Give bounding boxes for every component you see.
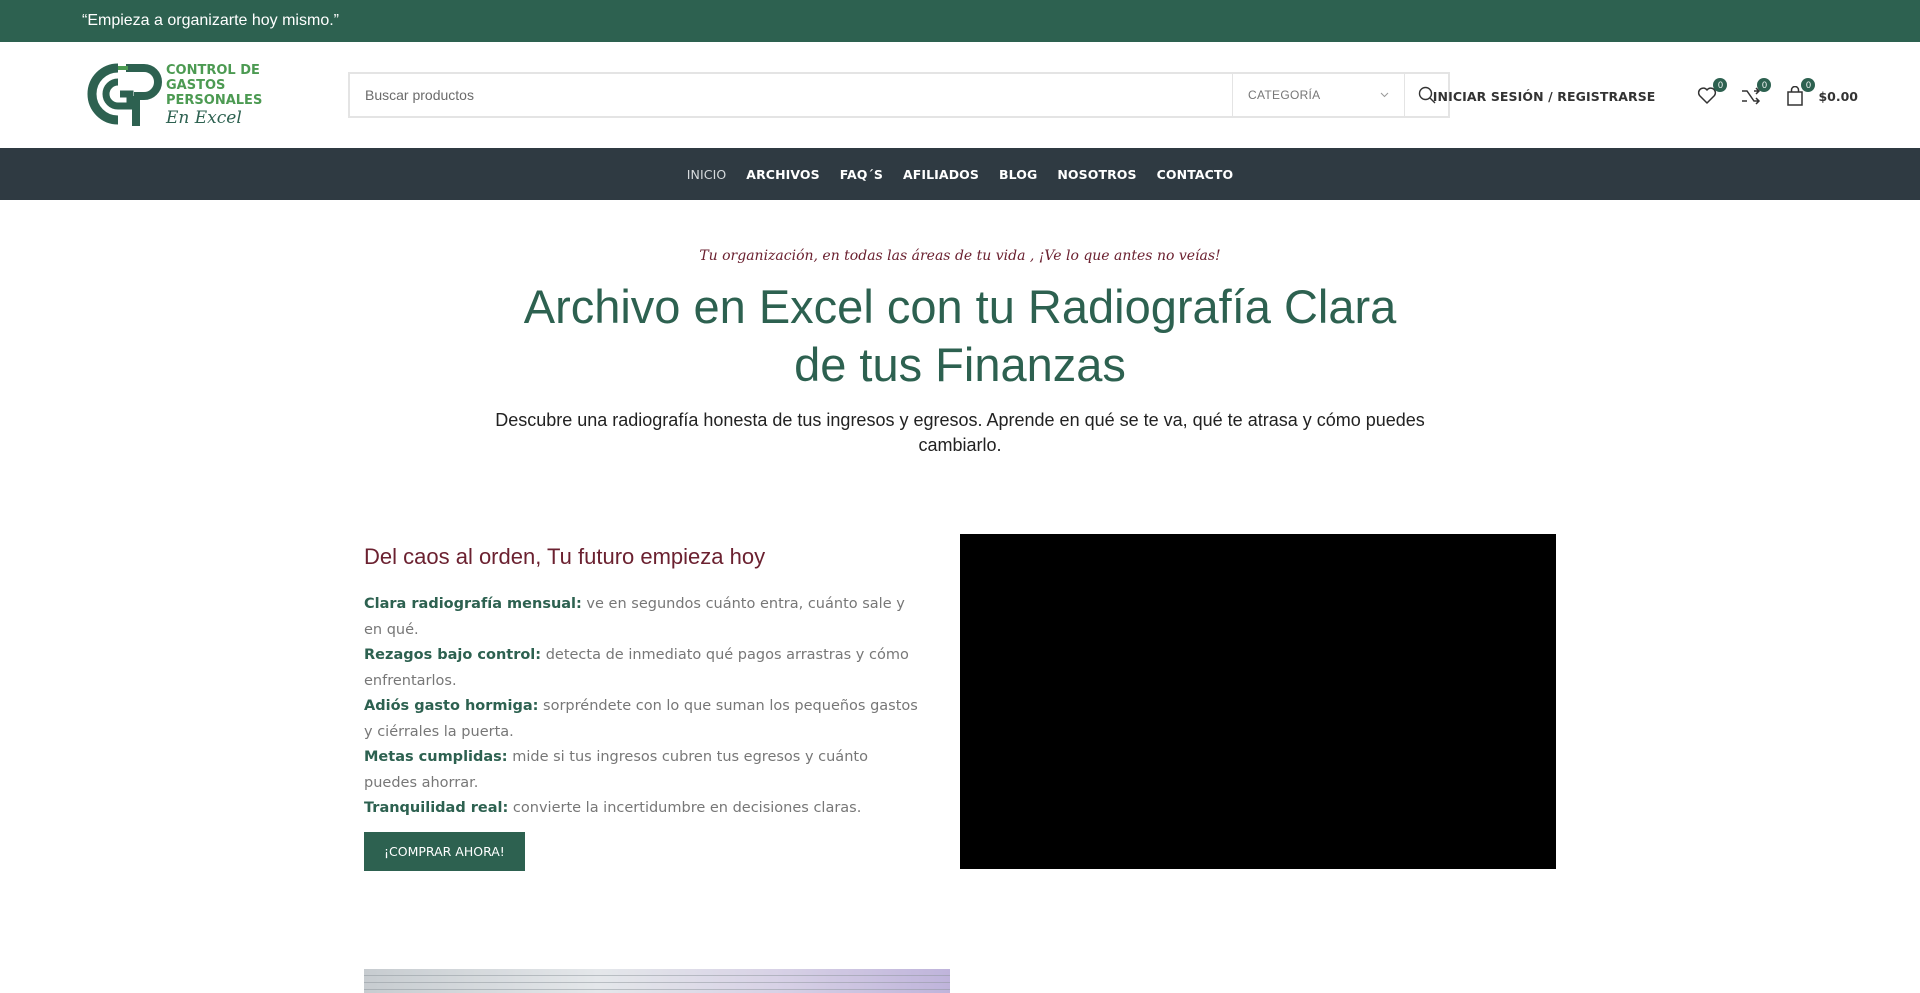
- video-player[interactable]: [960, 534, 1556, 869]
- compare-count-badge: 0: [1757, 78, 1772, 92]
- nav-item-archivos[interactable]: ARCHIVOS: [746, 167, 819, 182]
- hero-section: Tu organización, en todas las áreas de t…: [0, 248, 1920, 458]
- nav-item-nosotros[interactable]: NOSOTROS: [1057, 167, 1136, 182]
- nav-item-faqs[interactable]: FAQ´S: [840, 167, 883, 182]
- feature-label: Metas cumplidas:: [364, 749, 508, 765]
- features-column: Del caos al orden, Tu futuro empieza hoy…: [364, 534, 924, 871]
- logo-mark-icon: [87, 63, 162, 126]
- cart-count-badge: 0: [1801, 78, 1816, 92]
- wishlist-button[interactable]: 0: [1695, 78, 1728, 108]
- cart-total[interactable]: $0.00: [1818, 89, 1858, 104]
- compare-button[interactable]: 0: [1739, 78, 1772, 108]
- chevron-down-icon: [1380, 92, 1389, 98]
- promo-text: “Empieza a organizarte hoy mismo.”: [82, 12, 339, 29]
- nav-item-afiliados[interactable]: AFILIADOS: [903, 167, 979, 182]
- login-register-link[interactable]: INICIAR SESIÓN / REGISTRARSE: [1433, 89, 1656, 104]
- logo-text: CONTROL DE GASTOS PERSONALES En Excel: [166, 62, 263, 128]
- main-nav: INICIO ARCHIVOS FAQ´S AFILIADOS BLOG NOS…: [0, 148, 1920, 200]
- section-title: Del caos al orden, Tu futuro empieza hoy: [364, 544, 766, 569]
- search-input[interactable]: [350, 74, 1232, 116]
- nav-item-inicio[interactable]: INICIO: [687, 167, 727, 182]
- promo-bar: “Empieza a organizarte hoy mismo.”: [0, 0, 1920, 42]
- feature-label: Tranquilidad real:: [364, 800, 509, 816]
- list-item: Adiós gasto hormiga: sorpréndete con lo …: [364, 694, 924, 745]
- spreadsheet-preview-image: [364, 969, 950, 993]
- feature-list: Clara radiografía mensual: ve en segundo…: [364, 592, 924, 822]
- features-section: Del caos al orden, Tu futuro empieza hoy…: [364, 534, 1556, 874]
- buy-now-button[interactable]: ¡COMPRAR AHORA!: [364, 831, 525, 871]
- hero-subtitle: Descubre una radiografía honesta de tus …: [495, 410, 1425, 455]
- hero-title: Archivo en Excel con tu Radiografía Clar…: [523, 280, 1397, 391]
- logo-line-1: CONTROL DE: [166, 62, 260, 78]
- list-item: Metas cumplidas: mide si tus ingresos cu…: [364, 745, 924, 796]
- site-logo[interactable]: CONTROL DE GASTOS PERSONALES En Excel: [72, 56, 272, 132]
- cart-button[interactable]: 0: [1783, 78, 1816, 108]
- feature-label: Rezagos bajo control:: [364, 647, 542, 663]
- category-select[interactable]: CATEGORÍA: [1232, 74, 1404, 116]
- list-item: Rezagos bajo control: detecta de inmedia…: [364, 643, 924, 694]
- site-header: CONTROL DE GASTOS PERSONALES En Excel CA…: [0, 42, 1920, 148]
- logo-line-2: GASTOS: [166, 77, 226, 93]
- category-label: CATEGORÍA: [1248, 88, 1321, 102]
- header-actions: INICIAR SESIÓN / REGISTRARSE 0 0 0 $0.00: [1433, 78, 1858, 108]
- logo-line-4: En Excel: [166, 107, 242, 128]
- feature-label: Adiós gasto hormiga:: [364, 698, 539, 714]
- feature-label: Clara radiografía mensual:: [364, 596, 582, 612]
- list-item: Tranquilidad real: convierte la incertid…: [364, 796, 924, 822]
- nav-item-contacto[interactable]: CONTACTO: [1157, 167, 1234, 182]
- hero-tagline: Tu organización, en todas las áreas de t…: [699, 248, 1221, 264]
- list-item: Clara radiografía mensual: ve en segundo…: [364, 592, 924, 643]
- nav-item-blog[interactable]: BLOG: [999, 167, 1037, 182]
- logo-line-3: PERSONALES: [166, 92, 263, 108]
- search-form: CATEGORÍA: [348, 72, 1450, 118]
- wishlist-count-badge: 0: [1713, 78, 1728, 92]
- feature-text: convierte la incertidumbre en decisiones…: [508, 800, 862, 816]
